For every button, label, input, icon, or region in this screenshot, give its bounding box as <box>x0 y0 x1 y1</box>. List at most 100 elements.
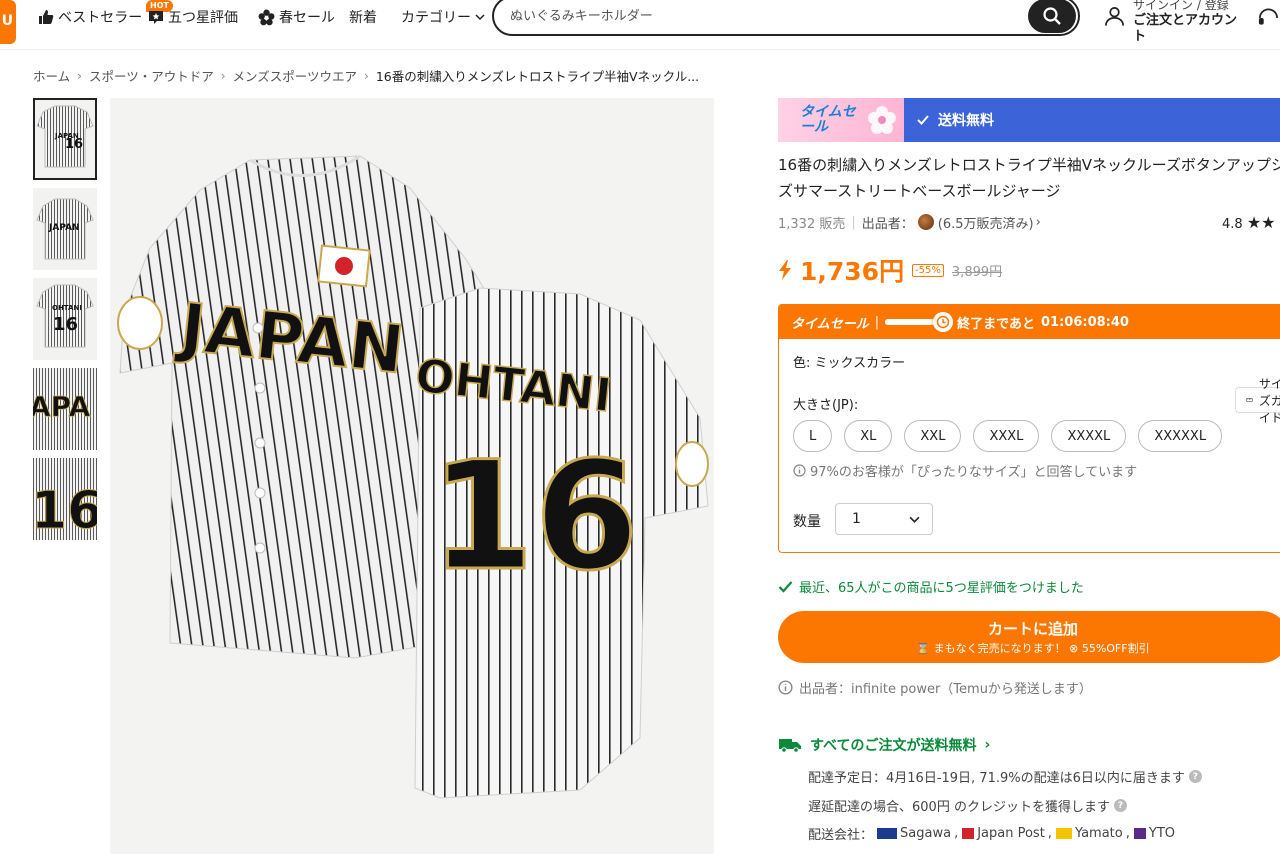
breadcrumb-mens-sportswear[interactable]: メンズスポーツウエア <box>233 66 358 85</box>
price-row: 1,736円 -55% 3,899円 <box>778 252 1002 288</box>
seller-info: 出品者：infinite power（Temuから発送します） <box>778 678 1092 697</box>
seller-sold[interactable]: (6.5万販売済み) <box>938 213 1034 232</box>
search-input[interactable] <box>510 6 1010 26</box>
size-option-xxl[interactable]: XXL <box>904 420 962 452</box>
timesale-bar: タイムセール | 終了まであと 01:06:08:40 <box>779 305 1280 339</box>
thumbnail-3[interactable]: OHTANI 16 <box>33 278 97 360</box>
seller-info-text: 出品者：infinite power（Temuから発送します） <box>799 682 1092 697</box>
nav-categories[interactable]: カテゴリー <box>401 6 485 28</box>
size-option-xxxxxl[interactable]: XXXXXL <box>1138 420 1223 452</box>
thumbnail-2[interactable]: JAPAN <box>33 188 97 270</box>
ruler-icon <box>1246 398 1253 402</box>
svg-text:OHTANI: OHTANI <box>52 304 82 312</box>
search-button[interactable] <box>1028 0 1076 33</box>
nav-five-star[interactable]: 五つ星評価 <box>148 6 238 28</box>
quantity-label: 数量 <box>793 514 821 530</box>
thumbnail-5[interactable]: 16 <box>33 458 97 540</box>
timesale-progress-fill <box>885 319 932 325</box>
nav-five-star-label: 五つ星評価 <box>168 10 238 26</box>
size-option-xl[interactable]: XL <box>844 420 893 452</box>
support-icon <box>1258 8 1278 25</box>
carrier-yamato: Yamato, <box>1055 826 1130 841</box>
discount-badge: -55% <box>912 263 944 277</box>
carrier-japan-post-label: Japan Post <box>977 826 1045 841</box>
chevron-right-icon: › <box>364 68 369 83</box>
quantity-select[interactable]: 1 <box>835 503 933 535</box>
help-icon[interactable]: ? <box>1113 799 1127 812</box>
breadcrumb-home[interactable]: ホーム <box>33 66 70 85</box>
size-option-l[interactable]: L <box>793 420 833 452</box>
sold-count: 1,332 販売 <box>778 216 846 232</box>
user-icon <box>1105 7 1124 26</box>
size-option-xxxl[interactable]: XXXL <box>973 420 1040 452</box>
thumbnail-4[interactable]: APA <box>33 368 97 450</box>
thumbnail-1[interactable]: JAPAN 16 <box>33 98 97 180</box>
sign-in-text: サインイン / 登録 <box>1133 0 1229 12</box>
timesale-badge: タイムセール <box>778 98 904 142</box>
carriers: 配送会社： Sagawa, Japan Post, Yamato, YTO <box>808 824 1175 843</box>
breadcrumb-current: 16番の刺繍入りメンズレトロストライプ半袖Vネックル... <box>375 69 700 84</box>
add-to-cart-label: カートに追加 <box>987 620 1078 638</box>
promo-banner: タイムセール 送料無料 <box>778 98 1280 142</box>
svg-text:JAPAN: JAPAN <box>48 223 80 233</box>
check-icon <box>917 115 929 125</box>
svg-text:APA: APA <box>33 390 91 423</box>
size-label: 大きさ(JP): <box>793 398 859 413</box>
discount-icon: ⊗ <box>1069 642 1079 655</box>
hourglass-icon: ⌛ <box>916 642 931 655</box>
review-note-text: 最近、65人がこの商品に5つ星評価をつけました <box>799 581 1084 596</box>
chevron-right-icon: › <box>984 737 991 753</box>
free-shipping-link[interactable]: すべてのご注文が送料無料 › <box>778 735 990 755</box>
breadcrumb-sports[interactable]: スポーツ・アウトドア <box>89 66 214 85</box>
sagawa-logo-icon <box>877 828 898 839</box>
carrier-yamato-label: Yamato <box>1074 826 1123 841</box>
delay-credit: 遅延配達の場合、600円 のクレジットを獲得します ? <box>808 796 1127 815</box>
color-selected: 色: ミックスカラー <box>793 356 906 371</box>
star-icon: ★ <box>1246 213 1262 232</box>
free-shipping-text: すべてのご注文が送料無料 <box>810 738 977 754</box>
carrier-japan-post: Japan Post, <box>962 826 1052 841</box>
search-icon <box>1043 7 1061 25</box>
rating[interactable]: 4.8 ★★ <box>1222 213 1276 232</box>
main-product-image[interactable]: JAPAN OHTANI 16 <box>110 98 714 854</box>
add-to-cart-button[interactable]: カートに追加 ⌛ まもなく完売になります！ ⊗ 55%OFF割引 <box>778 611 1280 663</box>
chevron-right-icon: › <box>1035 214 1041 230</box>
size-guide-button[interactable]: サイズガイド <box>1235 377 1280 425</box>
help-icon[interactable]: ? <box>1188 770 1202 783</box>
temu-logo[interactable]: U <box>0 0 16 44</box>
carriers-label: 配送会社： <box>808 828 874 843</box>
original-price: 3,899円 <box>951 264 1003 280</box>
review-note: 最近、65人がこの商品に5つ星評価をつけました <box>778 577 1084 596</box>
chevron-down-icon <box>475 14 485 21</box>
orders-account-text: ご注文とアカウント <box>1133 13 1238 44</box>
breadcrumb: ホーム › スポーツ・アウトドア › メンズスポーツウエア › 16番の刺繍入り… <box>33 66 699 85</box>
nav-bestsellers[interactable]: ベストセラー HOT <box>38 0 173 28</box>
nav-new-arrivals[interactable]: 新着 <box>349 6 377 28</box>
size-option-xxxxl[interactable]: XXXXL <box>1051 420 1127 452</box>
nav-bestsellers-label: ベストセラー <box>58 10 143 26</box>
nav-categories-label: カテゴリー <box>401 10 471 26</box>
account-menu[interactable]: サインイン / 登録 ご注文とアカウント <box>1104 0 1280 45</box>
star-icon: ★ <box>1261 213 1276 232</box>
thumbs-up-icon <box>39 10 54 24</box>
fit-note: 97%のお客様が「ぴったりなサイズ」と回答しています <box>793 461 1137 480</box>
chevron-down-icon <box>909 516 920 523</box>
svg-text:16: 16 <box>53 314 78 335</box>
svg-text:16: 16 <box>65 137 83 152</box>
top-header: U ベストセラー HOT 五つ星評価 春セール 新着 カテゴリー サインイン /… <box>0 0 1280 50</box>
clock-icon <box>933 312 954 332</box>
fit-note-text: 97%のお客様が「ぴったりなサイズ」と回答しています <box>810 465 1138 480</box>
nav-spring-sale[interactable]: 春セール <box>258 6 335 28</box>
divider: | <box>851 214 856 230</box>
product-meta: 1,332 販売 | 出品者： (6.5万販売済み) › <box>778 211 1280 233</box>
seller-avatar[interactable] <box>917 214 934 230</box>
countdown-label: 終了まであと <box>957 316 1036 332</box>
size-options: L XL XXL XXXL XXXXL XXXXXL <box>793 420 1223 452</box>
countdown: 01:06:08:40 <box>1041 314 1129 330</box>
carrier-yto: YTO <box>1133 826 1175 841</box>
chevron-right-icon: › <box>77 68 82 83</box>
sellout-note: まもなく完売になります！ <box>933 642 1066 655</box>
quantity-value: 1 <box>852 511 861 527</box>
size-guide-label: サイズガイド <box>1258 376 1280 425</box>
chevron-right-icon: › <box>220 68 226 83</box>
